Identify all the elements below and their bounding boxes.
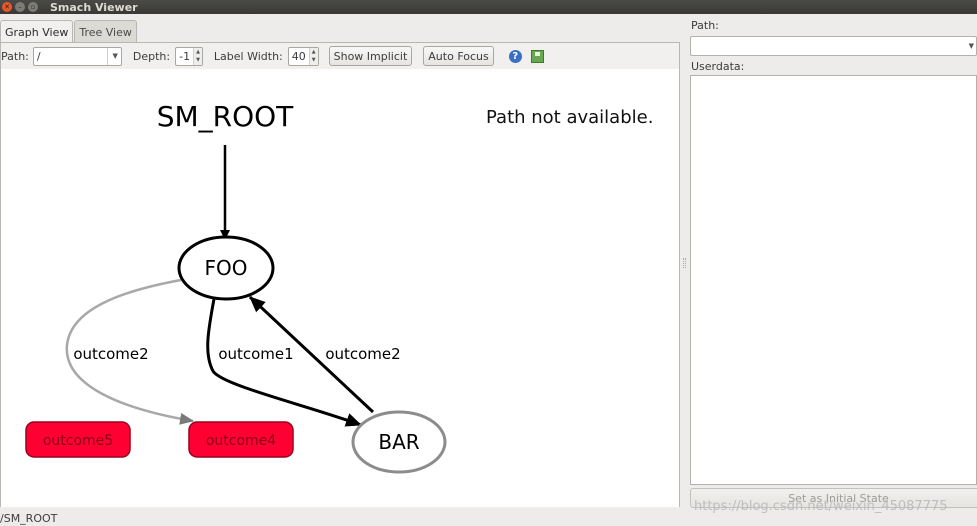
label-width-value: 40 bbox=[291, 49, 306, 63]
edge-label-outcome2-left: outcome2 bbox=[73, 345, 148, 363]
path-not-available-message: Path not available. bbox=[486, 107, 654, 128]
depth-value: -1 bbox=[179, 49, 191, 63]
chevron-down-icon: ▼ bbox=[968, 42, 974, 50]
show-implicit-button[interactable]: Show Implicit bbox=[328, 46, 413, 66]
label-width-spinbox[interactable]: 40 ▲ ▼ bbox=[287, 46, 319, 66]
graph-canvas[interactable]: SM_ROOT outcome2 outcome1 outcome2 FOO B… bbox=[1, 69, 679, 507]
userdata-text-area[interactable] bbox=[690, 75, 977, 485]
label-width-label: Label Width: bbox=[213, 49, 283, 63]
spin-arrows-icon[interactable]: ▲ ▼ bbox=[308, 47, 318, 65]
right-path-label: Path: bbox=[691, 19, 719, 32]
edge-label-outcome1: outcome1 bbox=[218, 345, 293, 363]
window-title: Smach Viewer bbox=[50, 0, 138, 14]
tab-tree-view[interactable]: Tree View bbox=[74, 20, 137, 43]
panel-splitter-handle[interactable] bbox=[683, 258, 686, 268]
minimize-icon[interactable]: – bbox=[15, 2, 25, 12]
help-icon[interactable]: ? bbox=[508, 49, 522, 63]
edge-label-outcome2-right: outcome2 bbox=[325, 345, 400, 363]
tab-graph-view[interactable]: Graph View bbox=[0, 20, 74, 44]
graph-view-panel: Path: / ▼ Depth: -1 ▲ ▼ Label Width: 40 ▲… bbox=[0, 42, 680, 507]
title-bar: ✕ – ▫ Smach Viewer bbox=[0, 0, 977, 14]
view-tabs: Graph View Tree View bbox=[0, 20, 138, 44]
state-label-foo: FOO bbox=[205, 256, 248, 280]
auto-focus-button[interactable]: Auto Focus bbox=[423, 46, 494, 66]
close-icon[interactable]: ✕ bbox=[2, 2, 12, 12]
chevron-down-icon: ▼ bbox=[107, 47, 118, 65]
outcome-node-outcome4[interactable]: outcome4 bbox=[188, 421, 294, 458]
outcome-node-outcome5[interactable]: outcome5 bbox=[25, 421, 131, 458]
outcome-label-outcome5: outcome5 bbox=[43, 433, 113, 449]
right-path-combobox[interactable]: ▼ bbox=[690, 36, 977, 56]
status-bar-path: /SM_ROOT bbox=[0, 512, 58, 525]
depth-label: Depth: bbox=[132, 49, 171, 63]
state-node-bar[interactable]: BAR bbox=[351, 410, 447, 474]
spin-arrows-icon[interactable]: ▲ ▼ bbox=[193, 47, 202, 65]
userdata-label: Userdata: bbox=[691, 60, 745, 73]
outcome-label-outcome4: outcome4 bbox=[206, 433, 276, 449]
state-machine-graph: SM_ROOT outcome2 outcome1 outcome2 FOO B… bbox=[25, 100, 447, 474]
maximize-icon[interactable]: ▫ bbox=[28, 2, 38, 12]
graph-toolbar: Path: / ▼ Depth: -1 ▲ ▼ Label Width: 40 ▲… bbox=[1, 43, 679, 69]
path-label: Path: bbox=[1, 49, 29, 63]
state-node-foo[interactable]: FOO bbox=[177, 235, 275, 301]
save-icon[interactable] bbox=[530, 49, 544, 63]
watermark-text: https://blog.csdn.net/weixin_45087775 bbox=[694, 499, 948, 514]
state-label-bar: BAR bbox=[378, 430, 419, 454]
container-label: SM_ROOT bbox=[157, 100, 294, 133]
depth-spinbox[interactable]: -1 ▲ ▼ bbox=[175, 46, 203, 66]
path-combobox-value: / bbox=[36, 49, 41, 63]
path-combobox[interactable]: / ▼ bbox=[32, 46, 122, 66]
